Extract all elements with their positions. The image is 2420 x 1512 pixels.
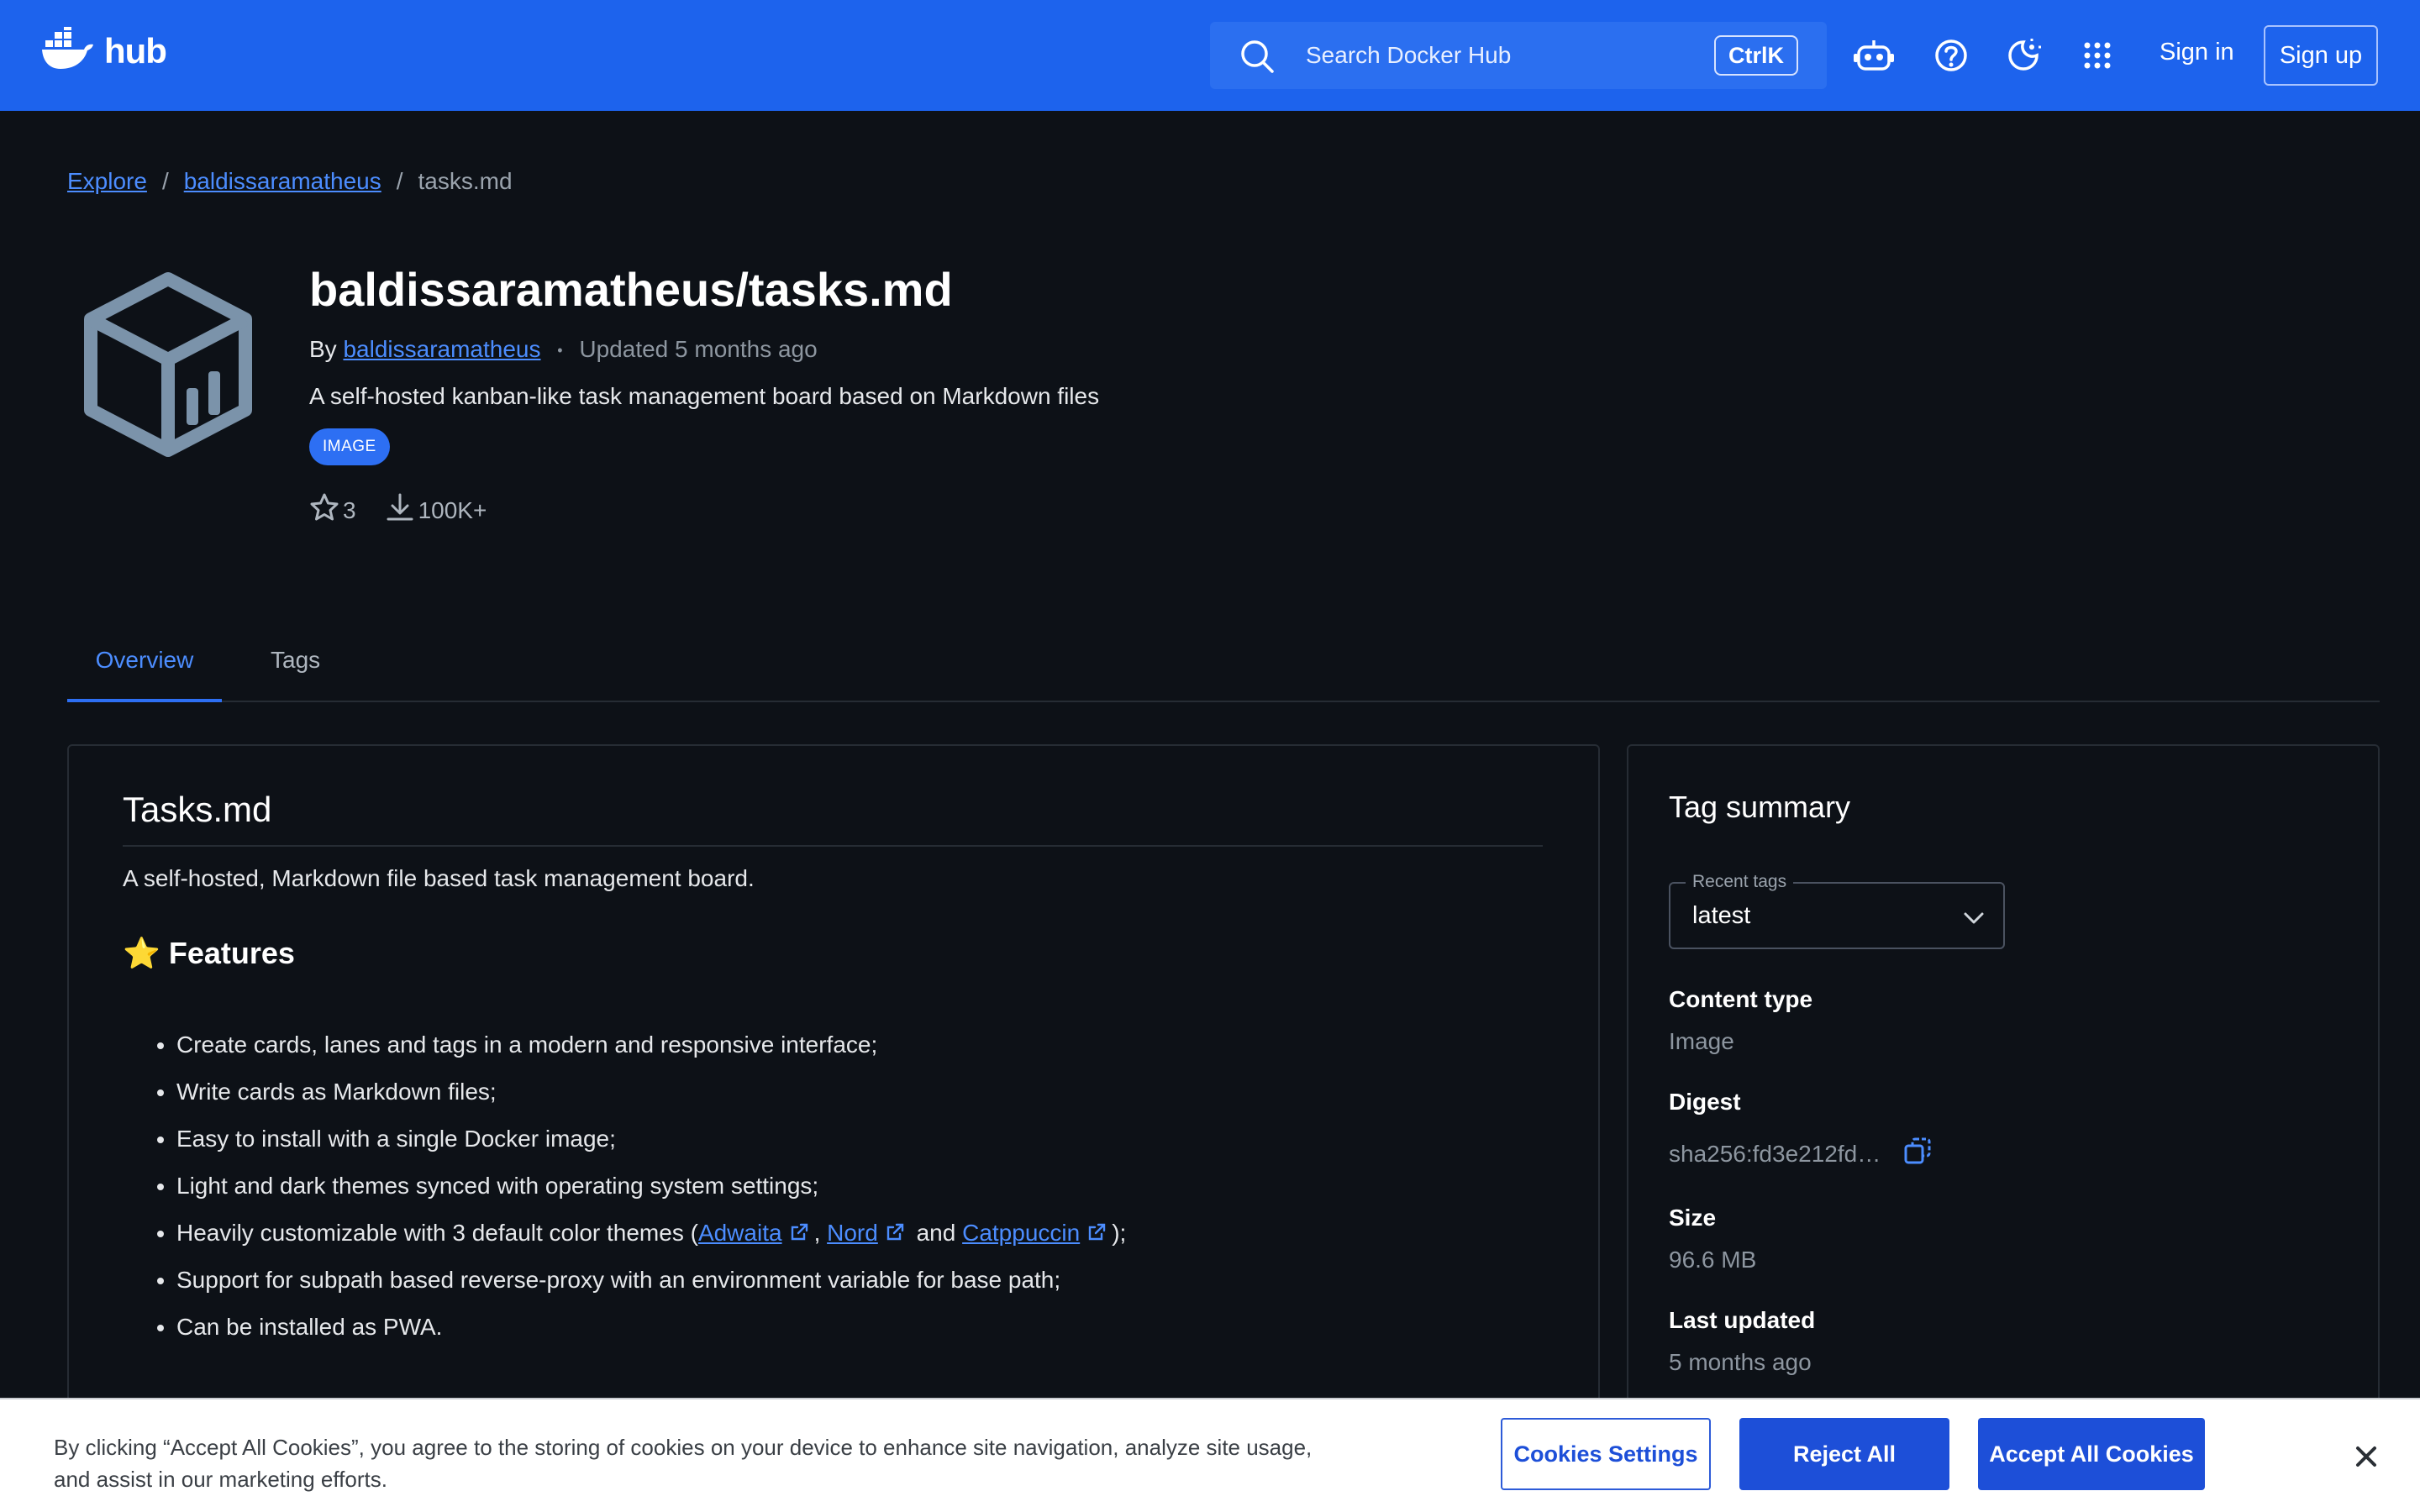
adwaita-link[interactable]: Adwaita [698, 1220, 782, 1246]
list-item: Create cards, lanes and tags in a modern… [176, 1021, 1126, 1068]
theme-toggle-icon[interactable] [2002, 34, 2045, 77]
top-navigation-bar: hub Search Docker Hub CtrlK Sign in Sign… [0, 0, 2420, 111]
external-link-icon [1086, 1211, 1107, 1258]
list-item: Support for subpath based reverse-proxy … [176, 1257, 1126, 1304]
list-item: Light and dark themes synced with operat… [176, 1163, 1126, 1210]
docker-hub-logo[interactable]: hub [40, 24, 167, 75]
last-updated-value: 5 months ago [1669, 1349, 1812, 1375]
external-link-icon [885, 1211, 905, 1258]
accept-all-cookies-button[interactable]: Accept All Cookies [1978, 1418, 2205, 1490]
size-label: Size [1669, 1205, 1717, 1231]
last-updated-label: Last updated [1669, 1307, 1816, 1333]
content-type-label: Content type [1669, 986, 1813, 1012]
assistant-robot-icon[interactable] [1852, 34, 1896, 77]
breadcrumb-current: tasks.md [418, 168, 513, 194]
breadcrumb-user[interactable]: baldissaramatheus [184, 168, 381, 195]
readme-title: Tasks.md [123, 790, 1543, 847]
repository-description: A self-hosted kanban-like task managemen… [309, 383, 1100, 409]
repository-title: baldissaramatheus/tasks.md [309, 263, 953, 316]
and-text: and [916, 1220, 956, 1246]
content-type-value: Image [1669, 1028, 1734, 1054]
tab-overview[interactable]: Overview [67, 647, 222, 702]
tab-tags[interactable]: Tags [271, 647, 320, 702]
stars-stat[interactable]: 3 [309, 492, 356, 528]
digest-value: sha256:fd3e212fd… [1669, 1140, 1881, 1167]
breadcrumb-explore[interactable]: Explore [67, 168, 147, 195]
size-value: 96.6 MB [1669, 1247, 1757, 1273]
tag-summary-panel: Tag summary Recent tags latest Content t… [1627, 744, 2380, 1512]
comma: , [813, 1220, 821, 1246]
nord-link[interactable]: Nord [827, 1220, 878, 1246]
download-icon [385, 492, 415, 528]
readme-intro: A self-hosted, Markdown file based task … [123, 865, 755, 891]
sign-in-link[interactable]: Sign in [2160, 39, 2234, 66]
tag-summary-heading: Tag summary [1669, 790, 1851, 824]
features-heading-text: Features [168, 936, 295, 970]
chevron-down-icon [1961, 906, 1986, 935]
docker-whale-icon [40, 24, 96, 75]
list-item: Write cards as Markdown files; [176, 1068, 1126, 1116]
features-heading: ⭐ Features [123, 936, 295, 971]
repository-byline: By baldissaramatheus • Updated 5 months … [309, 336, 818, 363]
cookie-message: By clicking “Accept All Cookies”, you ag… [54, 1435, 1313, 1492]
stars-count: 3 [343, 496, 356, 523]
digest-label: Digest [1669, 1089, 1741, 1115]
list-item: Heavily customizable with 3 default colo… [176, 1210, 1126, 1257]
cookies-settings-button[interactable]: Cookies Settings [1501, 1418, 1711, 1490]
search-shortcut-hint: CtrlK [1714, 35, 1798, 76]
external-link-icon [789, 1211, 809, 1258]
search-bar[interactable]: Search Docker Hub CtrlK [1210, 22, 1827, 89]
updated-text: Updated 5 months ago [579, 336, 818, 362]
recent-tags-label: Recent tags [1686, 872, 1794, 892]
recent-tags-select[interactable]: Recent tags latest [1669, 872, 2005, 949]
star-emoji-icon: ⭐ [123, 936, 160, 970]
sign-up-button[interactable]: Sign up [2264, 25, 2378, 86]
themes-text: Heavily customizable with 3 default colo… [176, 1220, 698, 1246]
search-input[interactable]: Search Docker Hub [1306, 42, 1511, 69]
list-item: Can be installed as PWA. [176, 1304, 1126, 1351]
repository-stats: 3 100K+ [309, 492, 515, 528]
copy-icon[interactable] [1902, 1136, 1933, 1172]
reject-all-button[interactable]: Reject All [1739, 1418, 1949, 1490]
image-badge: IMAGE [309, 428, 390, 465]
closing-text: ); [1112, 1220, 1127, 1246]
separator-dot: • [557, 342, 563, 360]
readme-panel: Tasks.md A self-hosted, Markdown file ba… [67, 744, 1600, 1512]
repository-cube-icon [77, 270, 259, 463]
repository-tabs: Overview Tags [67, 635, 2380, 702]
features-list: Create cards, lanes and tags in a modern… [176, 1021, 1126, 1351]
breadcrumb: Explore / baldissaramatheus / tasks.md [67, 168, 513, 195]
author-link[interactable]: baldissaramatheus [343, 336, 540, 362]
star-icon [309, 492, 339, 528]
list-item: Easy to install with a single Docker ima… [176, 1116, 1126, 1163]
by-label: By [309, 336, 337, 362]
help-icon[interactable] [1929, 34, 1973, 77]
digest-row: sha256:fd3e212fd… [1669, 1136, 1933, 1172]
recent-tags-value: latest [1692, 902, 1751, 929]
close-icon[interactable] [2346, 1436, 2386, 1477]
pulls-count: 100K+ [418, 496, 487, 523]
catppuccin-link[interactable]: Catppuccin [962, 1220, 1080, 1246]
search-icon [1239, 38, 1276, 79]
breadcrumb-separator: / [396, 168, 403, 194]
pulls-stat: 100K+ [385, 492, 487, 528]
breadcrumb-separator: / [161, 168, 169, 194]
logo-text: hub [104, 30, 167, 71]
apps-grid-icon[interactable] [2075, 34, 2119, 77]
cookie-banner: By clicking “Accept All Cookies”, you ag… [0, 1398, 2420, 1512]
